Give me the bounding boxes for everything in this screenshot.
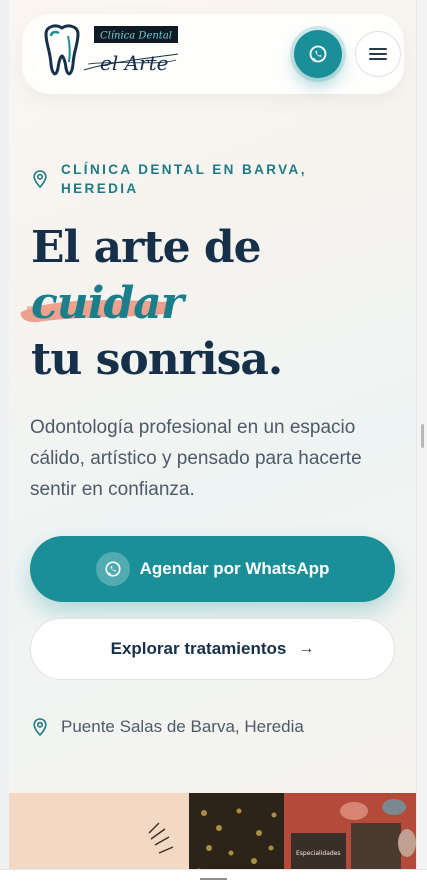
svg-text:Clínica Dental: Clínica Dental — [100, 31, 172, 42]
headline-highlight: cuidar — [31, 278, 184, 329]
location-pin-icon — [33, 170, 47, 188]
bottom-handle[interactable] — [200, 878, 227, 880]
headline-line-3: tu sonrisa. — [31, 334, 283, 385]
hamburger-menu-icon — [369, 48, 387, 60]
whatsapp-icon-badge — [95, 552, 130, 586]
schedule-whatsapp-button[interactable]: Agendar por WhatsApp — [30, 536, 395, 602]
location-pin-icon — [33, 718, 47, 736]
clinic-logo[interactable]: Clínica Dental el Arte — [40, 24, 180, 84]
address-row: Puente Salas de Barva, Heredia — [33, 717, 304, 737]
headline-line-1: El arte de — [31, 222, 262, 273]
explore-treatments-button[interactable]: Explorar tratamientos → — [30, 618, 395, 680]
location-label: CLÍNICA DENTAL EN BARVA, HEREDIA — [61, 162, 307, 196]
address-text: Puente Salas de Barva, Heredia — [61, 717, 304, 736]
headline-line-2: cuidar — [20, 276, 391, 332]
whatsapp-icon — [309, 45, 327, 63]
scrollbar-thumb[interactable] — [421, 424, 424, 448]
page: Clínica Dental el Arte CLÍNICA DENTAL EN… — [9, 0, 416, 883]
location-tagline: CLÍNICA DENTAL EN BARVA, HEREDIA — [33, 160, 331, 198]
whatsapp-button[interactable] — [294, 30, 342, 78]
arrow-right-icon: → — [298, 640, 315, 657]
bottom-bar — [0, 869, 427, 883]
hero-headline: El arte de cuidar tu sonrisa. — [20, 220, 391, 388]
menu-button[interactable] — [355, 31, 401, 77]
hero-description: Odontología profesional en un espacio cá… — [30, 417, 362, 500]
site-header: Clínica Dental el Arte — [22, 14, 404, 94]
schedule-whatsapp-label: Agendar por WhatsApp — [139, 559, 330, 578]
whatsapp-icon — [105, 561, 121, 577]
explore-treatments-label: Explorar tratamientos — [110, 639, 287, 658]
svg-text:Especialidades: Especialidades — [296, 850, 341, 857]
